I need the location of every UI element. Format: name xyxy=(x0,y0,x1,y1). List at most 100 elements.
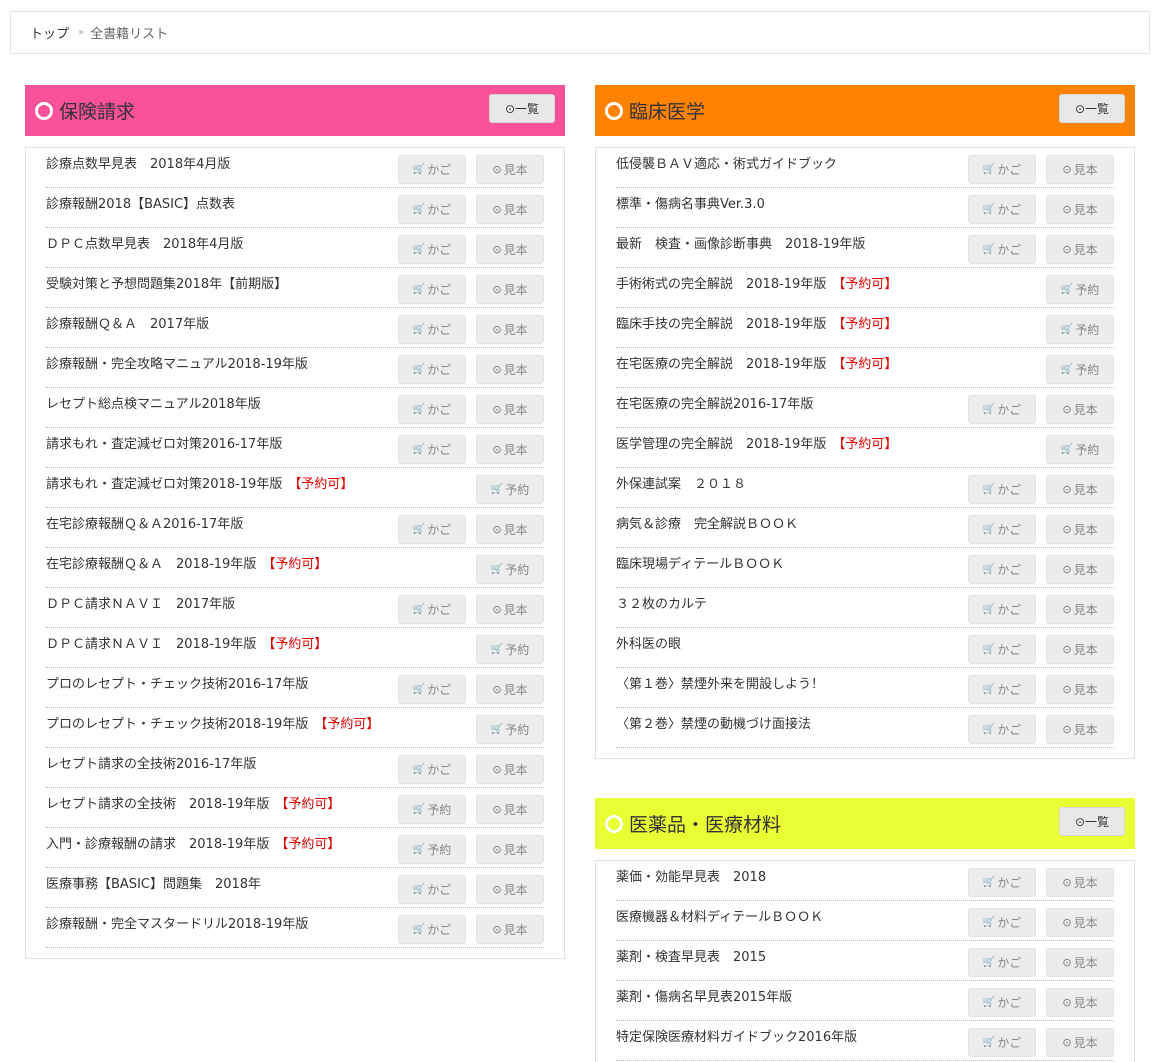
book-title-link[interactable]: 請求もれ・査定減ゼロ対策2018-19年版 【予約可】 xyxy=(46,473,353,492)
book-title-link[interactable]: ＤＰＣ請求ＮＡＶＩ 2017年版 xyxy=(46,593,235,612)
book-title-link[interactable]: ＤＰＣ点数早見表 2018年4月版 xyxy=(46,233,243,252)
sample-button[interactable]: ⊙ 見本 xyxy=(476,435,544,464)
sample-button[interactable]: ⊙ 見本 xyxy=(476,595,544,624)
add-to-cart-button[interactable]: 🛒 かご xyxy=(398,595,466,624)
sample-button[interactable]: ⊙ 見本 xyxy=(476,355,544,384)
add-to-cart-button[interactable]: 🛒 かご xyxy=(968,908,1036,937)
book-title-link[interactable]: 臨床手技の完全解説 2018-19年版 【予約可】 xyxy=(616,313,897,332)
sample-button[interactable]: ⊙ 見本 xyxy=(1046,515,1114,544)
reserve-button[interactable]: 🛒 予約 xyxy=(1046,315,1114,344)
add-to-cart-button[interactable]: 🛒 かご xyxy=(968,595,1036,624)
book-title-link[interactable]: 在宅診療報酬Ｑ＆Ａ2016-17年版 xyxy=(46,513,243,532)
add-to-cart-button[interactable]: 🛒 かご xyxy=(968,395,1036,424)
reserve-button[interactable]: 🛒 予約 xyxy=(476,635,544,664)
list-all-button[interactable]: ⊙一覧 xyxy=(1059,94,1125,123)
book-title-link[interactable]: 手術術式の完全解説 2018-19年版 【予約可】 xyxy=(616,273,897,292)
sample-button[interactable]: ⊙ 見本 xyxy=(1046,675,1114,704)
add-to-cart-button[interactable]: 🛒 かご xyxy=(398,755,466,784)
add-to-cart-button[interactable]: 🛒 かご xyxy=(398,435,466,464)
book-title-link[interactable]: 低侵襲ＢＡＶ適応・術式ガイドブック xyxy=(616,153,837,172)
sample-button[interactable]: ⊙ 見本 xyxy=(476,235,544,264)
add-to-cart-button[interactable]: 🛒 かご xyxy=(398,195,466,224)
add-to-cart-button[interactable]: 🛒 かご xyxy=(398,675,466,704)
add-to-cart-button[interactable]: 🛒 かご xyxy=(968,988,1036,1017)
reserve-button[interactable]: 🛒 予約 xyxy=(476,555,544,584)
book-title-link[interactable]: 診療報酬・完全攻略マニュアル2018-19年版 xyxy=(46,353,308,372)
sample-button[interactable]: ⊙ 見本 xyxy=(476,795,544,824)
sample-button[interactable]: ⊙ 見本 xyxy=(476,915,544,944)
add-to-cart-button[interactable]: 🛒 かご xyxy=(968,635,1036,664)
sample-button[interactable]: ⊙ 見本 xyxy=(476,155,544,184)
reserve-button[interactable]: 🛒 予約 xyxy=(1046,435,1114,464)
sample-button[interactable]: ⊙ 見本 xyxy=(1046,595,1114,624)
sample-button[interactable]: ⊙ 見本 xyxy=(476,195,544,224)
add-to-cart-button[interactable]: 🛒 かご xyxy=(968,1028,1036,1057)
add-to-cart-button[interactable]: 🛒 かご xyxy=(398,315,466,344)
book-title-link[interactable]: 標準・傷病名事典Ver.3.0 xyxy=(616,193,765,212)
sample-button[interactable]: ⊙ 見本 xyxy=(476,835,544,864)
add-to-cart-button[interactable]: 🛒 かご xyxy=(968,515,1036,544)
book-title-link[interactable]: プロのレセプト・チェック技術2018-19年版 【予約可】 xyxy=(46,713,379,732)
sample-button[interactable]: ⊙ 見本 xyxy=(476,875,544,904)
book-title-link[interactable]: ＤＰＣ請求ＮＡＶＩ 2018-19年版 【予約可】 xyxy=(46,633,327,652)
add-to-cart-button[interactable]: 🛒 かご xyxy=(968,948,1036,977)
book-title-link[interactable]: 病気＆診療 完全解説ＢＯＯＫ xyxy=(616,513,798,532)
book-title-link[interactable]: 受験対策と予想問題集2018年【前期版】 xyxy=(46,273,287,292)
sample-button[interactable]: ⊙ 見本 xyxy=(1046,1028,1114,1057)
book-title-link[interactable]: 特定保険医療材料ガイドブック2016年版 xyxy=(616,1026,857,1045)
sample-button[interactable]: ⊙ 見本 xyxy=(1046,195,1114,224)
sample-button[interactable]: ⊙ 見本 xyxy=(476,515,544,544)
sample-button[interactable]: ⊙ 見本 xyxy=(1046,555,1114,584)
sample-button[interactable]: ⊙ 見本 xyxy=(1046,908,1114,937)
add-to-cart-button[interactable]: 🛒 かご xyxy=(968,675,1036,704)
book-title-link[interactable]: 医学管理の完全解説 2018-19年版 【予約可】 xyxy=(616,433,897,452)
sample-button[interactable]: ⊙ 見本 xyxy=(1046,868,1114,897)
book-title-link[interactable]: 最新 検査・画像診断事典 2018-19年版 xyxy=(616,233,865,252)
book-title-link[interactable]: ３２枚のカルテ xyxy=(616,593,707,612)
sample-button[interactable]: ⊙ 見本 xyxy=(1046,988,1114,1017)
book-title-link[interactable]: レセプト総点検マニュアル2018年版 xyxy=(46,393,261,412)
reserve-button[interactable]: 🛒 予約 xyxy=(1046,355,1114,384)
sample-button[interactable]: ⊙ 見本 xyxy=(476,675,544,704)
book-title-link[interactable]: プロのレセプト・チェック技術2016-17年版 xyxy=(46,673,308,692)
add-to-cart-button[interactable]: 🛒 かご xyxy=(398,155,466,184)
reserve-button[interactable]: 🛒 予約 xyxy=(398,835,466,864)
sample-button[interactable]: ⊙ 見本 xyxy=(1046,235,1114,264)
book-title-link[interactable]: レセプト請求の全技術2016-17年版 xyxy=(46,753,256,772)
add-to-cart-button[interactable]: 🛒 かご xyxy=(398,395,466,424)
book-title-link[interactable]: 在宅医療の完全解説 2018-19年版 【予約可】 xyxy=(616,353,897,372)
add-to-cart-button[interactable]: 🛒 かご xyxy=(398,275,466,304)
add-to-cart-button[interactable]: 🛒 かご xyxy=(968,868,1036,897)
sample-button[interactable]: ⊙ 見本 xyxy=(1046,948,1114,977)
book-title-link[interactable]: 在宅医療の完全解説2016-17年版 xyxy=(616,393,813,412)
book-title-link[interactable]: 在宅診療報酬Ｑ＆Ａ 2018-19年版 【予約可】 xyxy=(46,553,327,572)
add-to-cart-button[interactable]: 🛒 かご xyxy=(398,875,466,904)
book-title-link[interactable]: 〈第１巻〉禁煙外来を開設しよう！ xyxy=(616,673,824,692)
book-title-link[interactable]: 診療報酬2018【BASIC】点数表 xyxy=(46,193,235,212)
sample-button[interactable]: ⊙ 見本 xyxy=(1046,395,1114,424)
book-title-link[interactable]: 薬剤・傷病名早見表2015年版 xyxy=(616,986,792,1005)
add-to-cart-button[interactable]: 🛒 かご xyxy=(398,515,466,544)
book-title-link[interactable]: 〈第２巻〉禁煙の動機づけ面接法 xyxy=(616,713,811,732)
sample-button[interactable]: ⊙ 見本 xyxy=(476,315,544,344)
sample-button[interactable]: ⊙ 見本 xyxy=(1046,715,1114,744)
reserve-button[interactable]: 🛒 予約 xyxy=(398,795,466,824)
reserve-button[interactable]: 🛒 予約 xyxy=(476,475,544,504)
book-title-link[interactable]: 診療点数早見表 2018年4月版 xyxy=(46,153,230,172)
add-to-cart-button[interactable]: 🛒 かご xyxy=(968,195,1036,224)
add-to-cart-button[interactable]: 🛒 かご xyxy=(968,715,1036,744)
reserve-button[interactable]: 🛒 予約 xyxy=(476,715,544,744)
book-title-link[interactable]: 請求もれ・査定減ゼロ対策2016-17年版 xyxy=(46,433,282,452)
sample-button[interactable]: ⊙ 見本 xyxy=(476,395,544,424)
book-title-link[interactable]: 入門・診療報酬の請求 2018-19年版 【予約可】 xyxy=(46,833,340,852)
book-title-link[interactable]: 臨床現場ディテールＢＯＯＫ xyxy=(616,553,784,572)
sample-button[interactable]: ⊙ 見本 xyxy=(1046,635,1114,664)
book-title-link[interactable]: 医療機器＆材料ディテールＢＯＯＫ xyxy=(616,906,823,925)
book-title-link[interactable]: 外科医の眼 xyxy=(616,633,681,652)
list-all-button[interactable]: ⊙一覧 xyxy=(489,94,555,123)
sample-button[interactable]: ⊙ 見本 xyxy=(1046,475,1114,504)
book-title-link[interactable]: レセプト請求の全技術 2018-19年版 【予約可】 xyxy=(46,793,340,812)
add-to-cart-button[interactable]: 🛒 かご xyxy=(398,235,466,264)
book-title-link[interactable]: 医療事務【BASIC】問題集 2018年 xyxy=(46,873,261,892)
add-to-cart-button[interactable]: 🛒 かご xyxy=(398,915,466,944)
